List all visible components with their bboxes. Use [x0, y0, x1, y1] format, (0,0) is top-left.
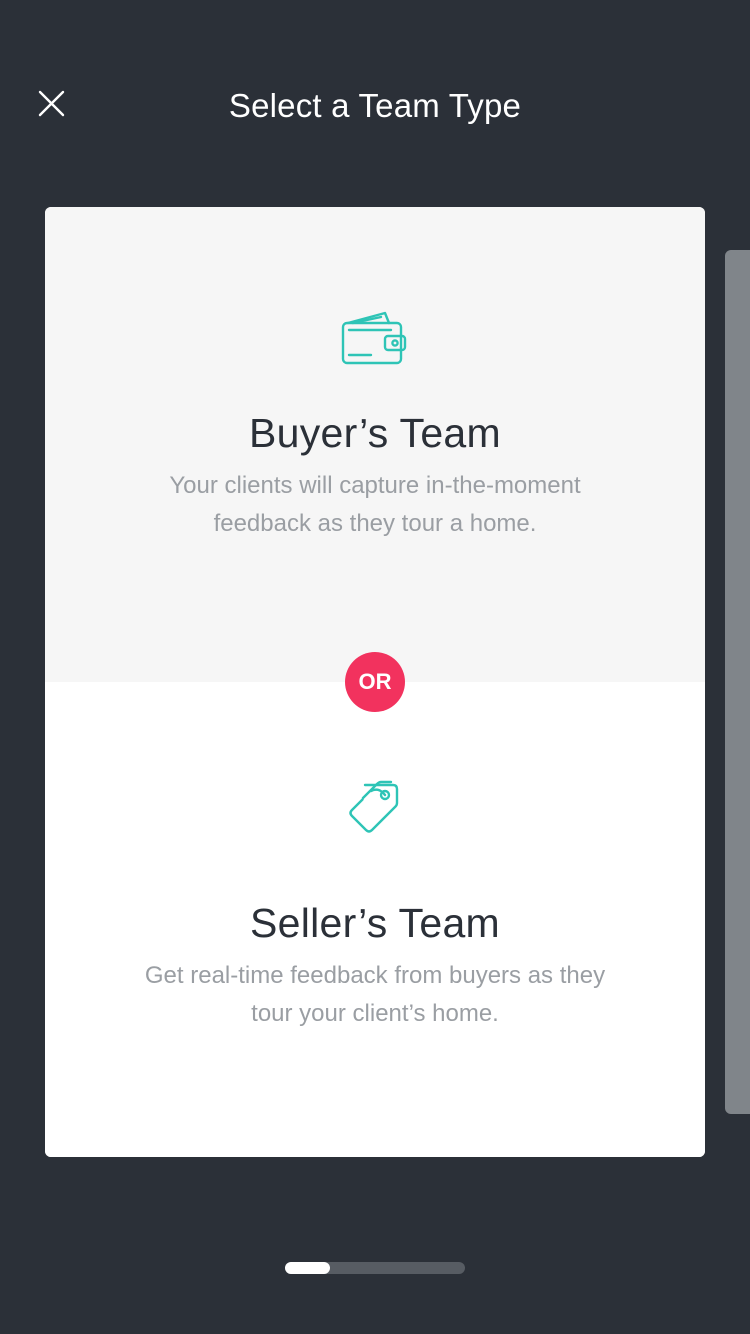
price-tag-icon: [349, 780, 399, 833]
sellers-team-title: Seller’s Team: [249, 900, 501, 946]
next-card-peek[interactable]: [725, 250, 750, 1114]
sellers-team-description: Get real-time feedback from buyers as th…: [144, 962, 606, 1027]
sellers-team-option[interactable]: Seller’s Team Get real-time feedback fro…: [45, 682, 705, 1157]
page-title: Select a Team Type: [228, 87, 522, 124]
buyers-team-option[interactable]: Buyer’s Team Your clients will capture i…: [45, 207, 705, 682]
or-divider-badge: OR: [345, 652, 405, 712]
wallet-icon: [341, 311, 407, 365]
buyers-team-title: Buyer’s Team: [248, 410, 501, 456]
page-indicator: [285, 1262, 465, 1274]
buyers-team-description: Your clients will capture in-the-moment …: [169, 472, 581, 537]
page-indicator-active-segment: [285, 1262, 330, 1274]
